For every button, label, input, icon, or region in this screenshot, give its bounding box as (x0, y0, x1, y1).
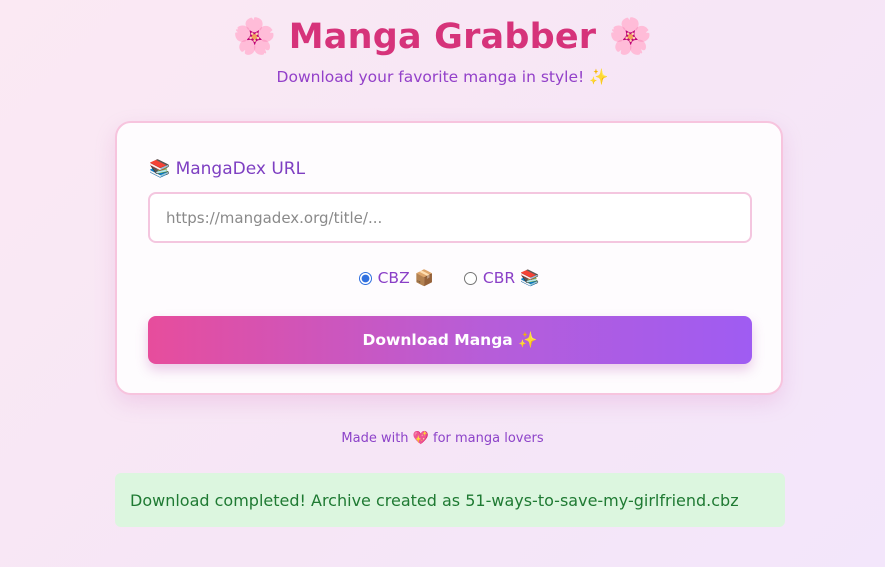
footer-note: Made with 💖 for manga lovers (341, 431, 544, 446)
mangadex-url-input[interactable] (148, 192, 752, 243)
status-message-text: Download completed! Archive created as 5… (130, 490, 739, 510)
format-option-cbr[interactable]: CBR 📚 (463, 269, 540, 287)
app-header: 🌸 Manga Grabber 🌸 Download your favorite… (0, 14, 885, 88)
cbr-label: CBR 📚 (482, 269, 540, 287)
format-option-cbz[interactable]: CBZ 📦 (358, 269, 434, 287)
cbz-label: CBZ 📦 (377, 269, 434, 287)
page-title: 🌸 Manga Grabber 🌸 (232, 17, 653, 57)
url-field-label: 📚 MangaDex URL (149, 159, 306, 179)
format-radio-group: CBZ 📦 CBR 📚 (117, 269, 781, 287)
download-manga-button[interactable]: Download Manga ✨ (148, 316, 752, 364)
page-subtitle: Download your favorite manga in style! ✨ (276, 68, 609, 86)
success-status-message: Download completed! Archive created as 5… (115, 473, 785, 527)
cbr-radio[interactable] (463, 271, 477, 285)
cbz-radio[interactable] (358, 271, 372, 285)
download-form-card: 📚 MangaDex URL CBZ 📦 CBR 📚 Download Mang… (115, 121, 783, 395)
